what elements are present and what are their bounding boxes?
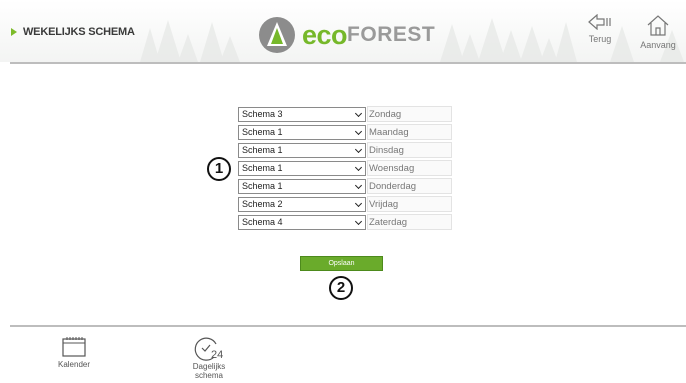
schema-select-friday[interactable]: Schema 2 [238, 197, 366, 212]
chevron-down-icon [354, 217, 363, 226]
day-label-saturday: Zaterdag [367, 214, 452, 230]
chevron-down-icon [354, 109, 363, 118]
home-icon [647, 15, 669, 36]
day-label-sunday: Zondag [367, 106, 452, 122]
home-label: Aanvang [640, 40, 676, 50]
back-arrow-icon [588, 13, 611, 31]
back-button[interactable]: Terug [578, 13, 622, 56]
calendar-label: Kalender [57, 360, 91, 369]
page-title: WEKELIJKS SCHEMA [11, 26, 135, 38]
schedule-row-saturday: Schema 4 Zaterdag [238, 214, 452, 231]
chevron-down-icon [354, 163, 363, 172]
day-label-wednesday: Woensdag [367, 160, 452, 176]
day-label-thursday: Donderdag [367, 178, 452, 194]
schema-select-saturday[interactable]: Schema 4 [238, 215, 366, 230]
calendar-icon [62, 337, 86, 357]
schedule-row-sunday: Schema 3 Zondag [238, 106, 452, 123]
save-button[interactable]: Opslaan [300, 256, 383, 271]
home-button[interactable]: Aanvang [636, 14, 680, 56]
header-divider [10, 62, 686, 64]
ecoforest-logo: eco FOREST [258, 15, 435, 55]
chevron-down-icon [354, 181, 363, 190]
schedule-row-tuesday: Schema 1 Dinsdag [238, 142, 452, 159]
schedule-row-wednesday: Schema 1 Woensdag [238, 160, 452, 177]
calendar-button[interactable]: Kalender [52, 336, 96, 369]
back-label: Terug [588, 34, 612, 44]
chevron-down-icon [354, 199, 363, 208]
daily-label-line1: Dagelijks [192, 362, 226, 371]
header: WEKELIJKS SCHEMA eco FOREST Terug Aanvan… [0, 0, 686, 62]
brand-forest: FOREST [347, 23, 436, 46]
brand-eco: eco [302, 19, 348, 50]
schema-select-value: Schema 3 [242, 109, 283, 119]
callout-badge-1: 1 [207, 157, 231, 181]
schema-select-monday[interactable]: Schema 1 [238, 125, 366, 140]
clock-24-icon: 24 [194, 336, 224, 362]
schedule-row-friday: Schema 2 Vrijdag [238, 196, 452, 213]
schedule-row-thursday: Schema 1 Donderdag [238, 178, 452, 195]
schema-select-value: Schema 1 [242, 145, 283, 155]
schema-select-value: Schema 2 [242, 199, 283, 209]
schedule-row-monday: Schema 1 Maandag [238, 124, 452, 141]
page-title-text: WEKELIJKS SCHEMA [23, 26, 135, 38]
day-label-monday: Maandag [367, 124, 452, 140]
daily-label-line2: schema [194, 371, 223, 380]
callout-badge-2: 2 [329, 276, 353, 300]
clock-24-text: 24 [211, 349, 224, 361]
schema-select-tuesday[interactable]: Schema 1 [238, 143, 366, 158]
schema-select-sunday[interactable]: Schema 3 [238, 107, 366, 122]
day-label-friday: Vrijdag [367, 196, 452, 212]
chevron-down-icon [354, 127, 363, 136]
daily-schedule-button[interactable]: 24 Dagelijks schema [186, 336, 232, 380]
schema-select-value: Schema 4 [242, 217, 283, 227]
logo-leaf-icon [259, 17, 295, 53]
chevron-down-icon [354, 145, 363, 154]
schema-select-value: Schema 1 [242, 181, 283, 191]
schema-select-value: Schema 1 [242, 163, 283, 173]
footer-divider [10, 325, 686, 327]
schema-select-thursday[interactable]: Schema 1 [238, 179, 366, 194]
title-arrow-icon [11, 28, 17, 36]
schema-select-wednesday[interactable]: Schema 1 [238, 161, 366, 176]
day-label-tuesday: Dinsdag [367, 142, 452, 158]
schema-select-value: Schema 1 [242, 127, 283, 137]
